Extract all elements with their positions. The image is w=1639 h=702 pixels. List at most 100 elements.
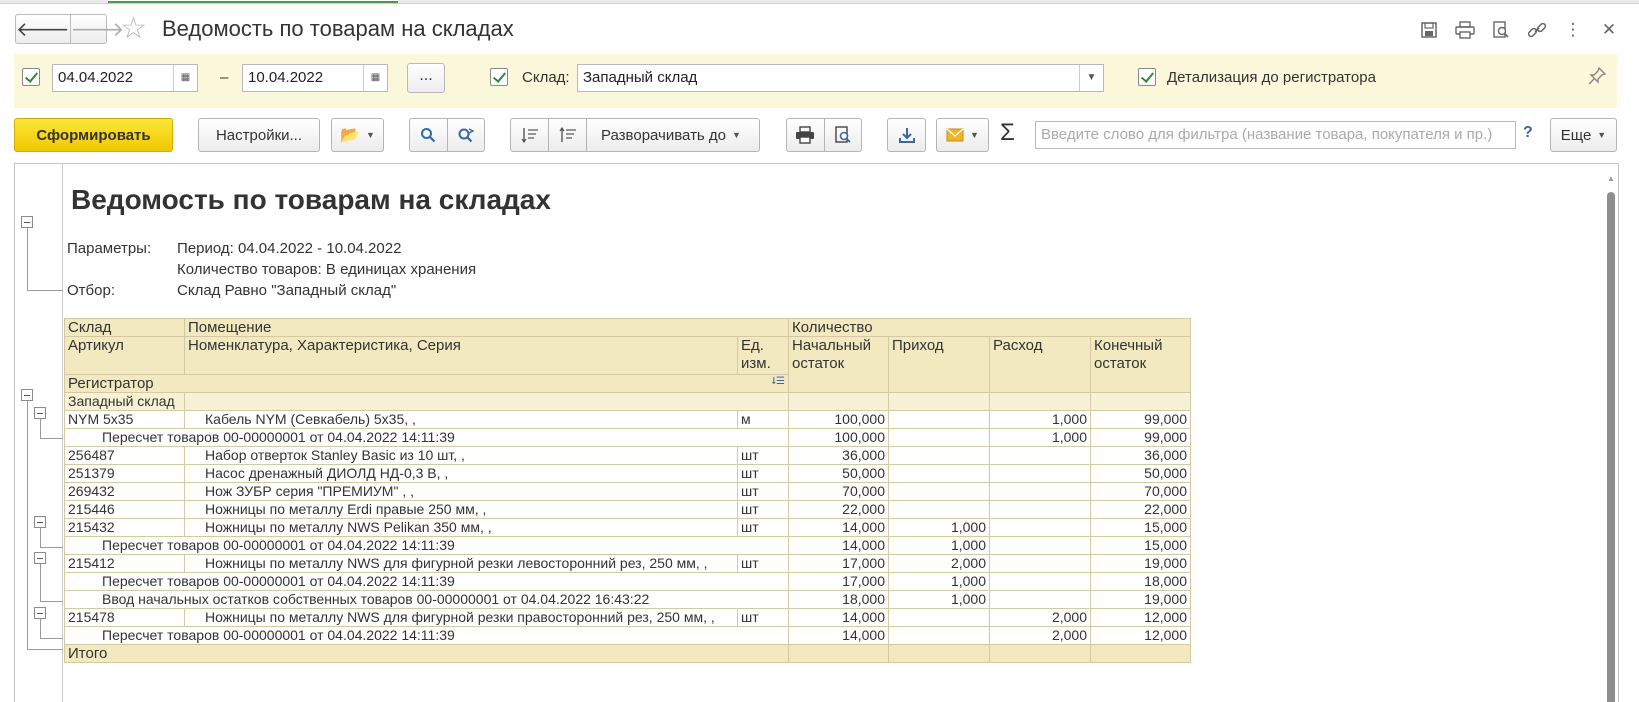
table-row[interactable]: 215478 Ножницы по металлу NWS для фигурно… xyxy=(64,608,1191,627)
row-income xyxy=(888,608,990,627)
scroll-up-icon[interactable]: ▲ xyxy=(1607,174,1615,183)
expand-to-dropdown[interactable]: Разворачивать до ▼ xyxy=(587,127,741,144)
table-row[interactable]: 215446 Ножницы по металлу Erdi правые 250… xyxy=(64,500,1191,519)
calendar-icon[interactable]: ▦ xyxy=(173,65,197,91)
row-expense xyxy=(989,464,1091,483)
generate-button[interactable]: Сформировать xyxy=(14,118,173,152)
header-registrar-label: Регистратор xyxy=(68,375,154,392)
group-warehouse: Западный склад xyxy=(64,392,185,411)
download-button[interactable] xyxy=(887,118,926,152)
header-closing: Конечный остаток xyxy=(1090,336,1191,393)
registrar-row[interactable]: Пересчет товаров 00-00000001 от 04.04.20… xyxy=(64,428,1191,447)
chevron-down-icon[interactable]: ▼ xyxy=(1079,65,1103,91)
row-income xyxy=(888,428,990,447)
warehouse-field[interactable]: Западный склад ▼ xyxy=(577,64,1104,92)
detail-checkbox[interactable] xyxy=(1138,68,1156,86)
row-name: Нож ЗУБР серия "ПРЕМИУМ" , , xyxy=(184,482,738,501)
link-icon[interactable] xyxy=(1519,16,1555,44)
registrar-row[interactable]: Ввод начальных остатков собственных това… xyxy=(64,590,1191,609)
date-to-field[interactable]: 10.04.2022 ▦ xyxy=(242,64,388,92)
row-name: Ножницы по металлу Erdi правые 250 мм, , xyxy=(184,500,738,519)
preview-icon[interactable] xyxy=(1483,16,1519,44)
forward-button[interactable]: 🡒 xyxy=(69,15,124,43)
sort-icon[interactable]: ⭣☰ xyxy=(771,376,785,387)
table-row[interactable]: NYM 5x35 Кабель NYM (Севкабель) 5х35, ,м1… xyxy=(64,410,1191,429)
collapse-row-toggle[interactable] xyxy=(34,516,46,528)
expand-to-label: Разворачивать до xyxy=(601,126,727,144)
collapse-groups-icon[interactable] xyxy=(511,119,548,151)
settings-button[interactable]: Настройки... xyxy=(198,118,320,152)
chevron-down-icon: ▼ xyxy=(366,130,375,140)
back-button[interactable]: 🡐 xyxy=(16,15,70,43)
date-from-field[interactable]: 04.04.2022 ▦ xyxy=(52,64,198,92)
close-icon[interactable]: ✕ xyxy=(1591,16,1627,44)
print-preview-icon[interactable] xyxy=(824,119,861,151)
collapse-row-toggle[interactable] xyxy=(34,407,46,419)
date-from-value: 04.04.2022 xyxy=(58,69,134,86)
collapse-header-toggle[interactable] xyxy=(21,216,33,228)
variants-button[interactable]: 📂 ▼ xyxy=(331,118,384,152)
calendar-icon[interactable]: ▦ xyxy=(363,65,387,91)
row-article: 269432 xyxy=(64,482,185,501)
expand-groups-icon[interactable] xyxy=(549,119,586,151)
table-row[interactable]: 215432 Ножницы по металлу NWS Pelikan 350… xyxy=(64,518,1191,537)
row-unit: м xyxy=(737,410,789,429)
collapse-row-toggle[interactable] xyxy=(34,607,46,619)
total-label: Итого xyxy=(64,644,789,663)
row-closing: 22,000 xyxy=(1090,500,1191,519)
more-button[interactable]: Еще ▼ xyxy=(1550,118,1617,152)
row-name: Ножницы по металлу NWS для фигурной резк… xyxy=(184,608,738,627)
row-unit: шт xyxy=(737,500,789,519)
row-opening: 17,000 xyxy=(788,572,889,591)
table-row[interactable]: 215412 Ножницы по металлу NWS для фигурно… xyxy=(64,554,1191,573)
warehouse-checkbox[interactable] xyxy=(490,68,508,86)
row-opening: 14,000 xyxy=(788,626,889,645)
row-income xyxy=(888,446,990,465)
sum-icon[interactable]: Σ xyxy=(1000,119,1015,147)
row-income: 2,000 xyxy=(888,554,990,573)
save-icon[interactable] xyxy=(1411,16,1447,44)
collapse-row-toggle[interactable] xyxy=(34,552,46,564)
row-name: Набор отверток Stanley Basic из 10 шт, , xyxy=(184,446,738,465)
pin-icon[interactable] xyxy=(1587,66,1607,91)
envelope-icon xyxy=(946,128,964,142)
active-tab-indicator xyxy=(108,0,398,3)
more-vertical-icon[interactable]: ⋮ xyxy=(1555,16,1591,44)
row-closing: 15,000 xyxy=(1090,536,1191,555)
row-name: Ножницы по металлу NWS для фигурной резк… xyxy=(184,554,738,573)
find-icon[interactable] xyxy=(410,119,447,151)
help-icon[interactable]: ? xyxy=(1523,124,1533,142)
row-unit: шт xyxy=(737,482,789,501)
chevron-down-icon: ▼ xyxy=(970,130,979,140)
row-expense xyxy=(989,590,1091,609)
print-icon[interactable] xyxy=(1447,16,1483,44)
scrollbar-thumb[interactable] xyxy=(1607,192,1615,702)
registrar-row[interactable]: Пересчет товаров 00-00000001 от 04.04.20… xyxy=(64,572,1191,591)
period-select-button[interactable]: ... xyxy=(407,63,445,93)
row-income: 1,000 xyxy=(888,572,990,591)
registrar-row[interactable]: Пересчет товаров 00-00000001 от 04.04.20… xyxy=(64,626,1191,645)
row-article: 256487 xyxy=(64,446,185,465)
row-income: 1,000 xyxy=(888,590,990,609)
collapse-group-toggle[interactable] xyxy=(21,389,33,401)
header-nomenclature: Номенклатура, Характеристика, Серия xyxy=(184,336,738,375)
row-opening: 70,000 xyxy=(788,482,889,501)
registrar-row[interactable]: Пересчет товаров 00-00000001 от 04.04.20… xyxy=(64,536,1191,555)
print-icon[interactable] xyxy=(787,119,824,151)
table-row[interactable]: 256487 Набор отверток Stanley Basic из 10… xyxy=(64,446,1191,465)
table-row[interactable]: 251379 Насос дренажный ДИОЛД НД-0,3 В, ,ш… xyxy=(64,464,1191,483)
row-opening: 22,000 xyxy=(788,500,889,519)
vertical-scrollbar[interactable]: ▲ xyxy=(1606,174,1616,702)
row-name: Насос дренажный ДИОЛД НД-0,3 В, , xyxy=(184,464,738,483)
period-checkbox[interactable] xyxy=(22,68,40,86)
table-row[interactable]: 269432 Нож ЗУБР серия "ПРЕМИУМ" , , шт 70,0… xyxy=(64,482,1191,501)
row-article: 251379 xyxy=(64,464,185,483)
row-expense xyxy=(989,554,1091,573)
find-next-icon[interactable] xyxy=(447,119,484,151)
row-income xyxy=(888,410,990,429)
filter-search-input[interactable]: Введите слово для фильтра (название това… xyxy=(1035,121,1516,149)
favorite-star-icon[interactable]: ☆ xyxy=(120,12,147,46)
header-opening: Начальный остаток xyxy=(788,336,889,393)
row-income xyxy=(888,464,990,483)
send-email-button[interactable]: ▼ xyxy=(936,118,989,152)
